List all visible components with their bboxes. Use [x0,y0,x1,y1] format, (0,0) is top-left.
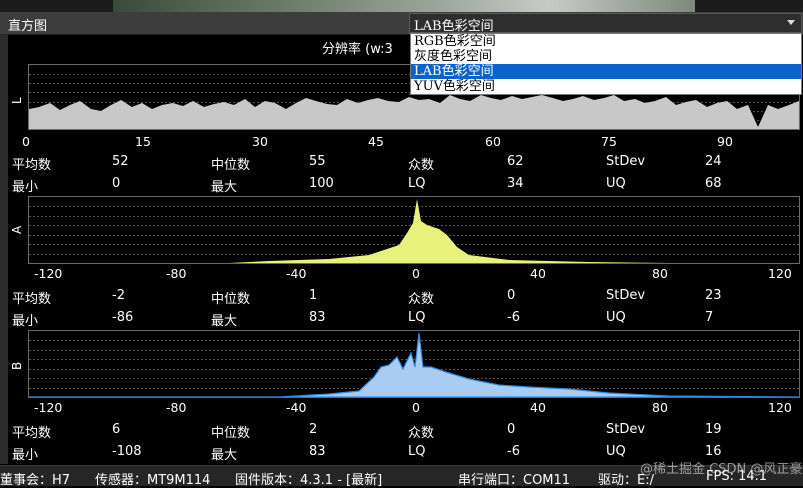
histogram-plot-b [28,330,800,398]
frame-buffer-preview [113,0,695,12]
stat-label: StDev [606,422,646,437]
stat-label: 平均数 [12,158,52,173]
stat-label: 最小 [12,180,39,195]
stat-value: 83 [309,310,326,325]
axis-tick-label: 80 [652,266,668,281]
stat-value: 0 [507,288,516,303]
stat-value: 16 [705,444,722,459]
stat-label: UQ [606,444,626,459]
histogram-area-b [29,332,799,397]
stat-label: LQ [408,310,426,325]
stat-value: 19 [705,422,722,437]
stat-value: 1 [309,288,318,303]
axis-tick-label: 0 [412,400,420,415]
panel-title: 直方图 [8,19,48,34]
stat-label: 最小 [12,448,39,463]
channel-label-b: B [10,361,24,370]
axis-tick-label: 0 [412,266,420,281]
stat-value: 24 [705,154,722,169]
stat-value: -6 [507,310,520,325]
axis-tick-label: 30 [252,134,268,149]
histogram-area-l [29,95,799,129]
board-status: 董事会：H7 [0,473,71,488]
stat-label: StDev [606,288,646,303]
resolution-label: 分辨率 (w:3 [322,42,393,57]
stat-label: StDev [606,154,646,169]
port-status: 串行端口：COM11 [458,473,571,488]
stat-value: 62 [507,154,524,169]
stat-label: 最大 [211,180,238,195]
axis-tick-label: 90 [717,134,733,149]
axis-tick-label: 120 [768,400,792,415]
stat-value: 0 [112,176,121,191]
stat-label: 众数 [408,292,435,307]
stat-value: 23 [705,288,722,303]
stat-value: 6 [112,422,121,437]
stat-label: 最大 [211,314,238,329]
stat-label: 最大 [211,448,238,463]
axis-tick-label: 80 [652,400,668,415]
stat-value: -108 [112,444,142,459]
colorspace-selected-value: LAB色彩空间 [414,19,494,34]
axis-tick-label: -120 [34,400,63,415]
stat-label: 中位数 [211,158,251,173]
option-grayscale[interactable]: 灰度色彩空间 [411,49,801,64]
left-edge-panel [0,34,8,464]
channel-label-l: L [10,97,24,104]
axis-tick-label: -80 [166,400,187,415]
stat-label: 中位数 [211,292,251,307]
stat-value: 2 [309,422,318,437]
stat-label: 中位数 [211,426,251,441]
stat-label: 平均数 [12,426,52,441]
stat-value: 55 [309,154,326,169]
axis-tick-label: 40 [530,400,546,415]
stat-value: -6 [507,444,520,459]
option-yuv[interactable]: YUV色彩空间 [411,79,801,94]
stat-value: 0 [507,422,516,437]
firmware-status[interactable]: 固件版本：4.3.1 - [最新] [235,469,382,488]
stat-label: 平均数 [12,292,52,307]
histogram-area-a [29,199,799,263]
axis-tick-label: -80 [166,266,187,281]
colorspace-select[interactable]: LAB色彩空间 [409,13,802,34]
stat-value: 52 [112,154,129,169]
option-rgb[interactable]: RGB色彩空间 [411,34,801,49]
axis-tick-label: 75 [601,134,617,149]
axis-tick-label: -40 [286,400,307,415]
axis-tick-label: 60 [485,134,501,149]
axis-tick-label: 15 [135,134,151,149]
stat-label: UQ [606,176,626,191]
stat-label: LQ [408,176,426,191]
axis-tick-label: -40 [286,266,307,281]
colorspace-dropdown: RGB色彩空间 灰度色彩空间 LAB色彩空间 YUV色彩空间 [410,33,802,95]
camera-preview-strip [0,0,803,12]
stat-label: 众数 [408,158,435,173]
option-lab[interactable]: LAB色彩空间 [411,64,801,79]
axis-tick-label: 120 [768,266,792,281]
watermark: @稀土掘金 CSDN @风正豪 [640,462,803,477]
stat-value: 83 [309,444,326,459]
stat-value: -2 [112,288,125,303]
axis-tick-label: 45 [368,134,384,149]
stat-value: 7 [705,310,714,325]
axis-tick-label: 40 [530,266,546,281]
stat-label: UQ [606,310,626,325]
histogram-plot-a [28,196,800,264]
stat-value: 68 [705,176,722,191]
sensor-status: 传感器：MT9M114 [95,473,211,488]
stat-label: LQ [408,444,426,459]
channel-label-a: A [10,225,24,234]
stat-value: 34 [507,176,524,191]
axis-tick-label: 0 [22,134,30,149]
chevron-down-icon[interactable] [787,20,795,25]
stat-label: 众数 [408,426,435,441]
axis-tick-label: -120 [34,266,63,281]
stat-value: -86 [112,310,134,325]
stat-label: 最小 [12,314,39,329]
stat-value: 100 [309,176,334,191]
